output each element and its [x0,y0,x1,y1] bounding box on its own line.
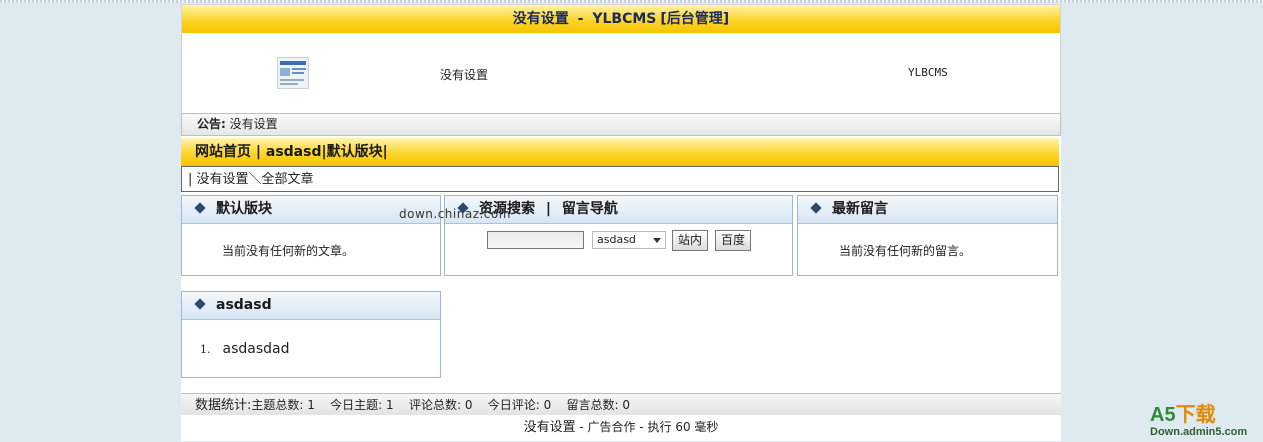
topics-label: 主题总数: [251,398,304,412]
panel-title[interactable]: 默认版块 [216,201,272,217]
notice-bar: 公告: 没有设置 [181,113,1061,136]
badge-download: 下载 [1175,404,1216,426]
stats-bar: 数据统计:主题总数: 1 今日主题: 1 评论总数: 0 今日评论: 0 留言总… [181,393,1061,415]
site-logo[interactable] [277,57,309,89]
search-input[interactable] [487,231,584,249]
today-comments-count: 0 [543,398,552,412]
nav-item-asdasd[interactable]: asdasd [266,144,322,160]
board-select[interactable]: asdasd [592,231,666,249]
today-topics-label: 今日主题: [330,398,383,412]
baidu-search-button[interactable]: 百度 [715,230,751,251]
list-item[interactable]: 1. asdasdad [200,341,290,357]
footer-unit: 毫秒 [690,420,719,434]
a5-download-badge: A5下载 Down.admin5.com [1150,404,1260,440]
board-select-value: asdasd [597,233,636,246]
nav-separator: | [255,144,261,160]
panel-header: asdasd [182,292,440,320]
main-nav: 网站首页 | asdasd|默认版块| [181,138,1059,166]
badge-url: Down.admin5.com [1150,426,1248,438]
nav-item-home[interactable]: 网站首页 [195,144,251,160]
chevron-down-icon [653,238,661,243]
diamond-icon [810,202,822,214]
messages-count: 0 [622,398,631,412]
breadcrumb-text[interactable]: | 没有设置＼全部文章 [188,172,314,187]
badge-a5: A5 [1150,404,1176,426]
breadcrumb: | 没有设置＼全部文章 [181,166,1059,192]
header-site-name: 没有设置 [440,68,489,82]
title-separator: | [545,201,551,217]
panel-latest-messages: 最新留言 当前没有任何新的留言。 [797,195,1058,276]
footer-ms: 60 [675,420,691,434]
diamond-icon [194,298,206,310]
messages-label: 留言总数: [566,398,619,412]
topics-count: 1 [307,398,315,412]
empty-messages-message: 当前没有任何新的留言。 [839,244,972,258]
today-topics-count: 1 [386,398,394,412]
watermark-text: down.chinaz.com [399,207,511,221]
nav-item-default-board[interactable]: 默认版块 [327,144,383,160]
header-site-brand: YLBCMS [908,66,948,79]
title-separator: - [572,11,589,27]
diamond-icon [194,202,206,214]
list-item-number: 1. [200,343,211,356]
today-comments-label: 今日评论: [487,398,540,412]
empty-articles-message: 当前没有任何新的文章。 [222,244,355,258]
page-container: 没有设置 - YLBCMS [后台管理] 没有设置 YLBCMS 公告: 没有设置… [181,4,1061,441]
title-bar: 没有设置 - YLBCMS [后台管理] [181,4,1061,33]
site-title: 没有设置 [512,11,569,27]
footer-ad[interactable]: - 广告合作 - 执行 [576,420,676,434]
footer-site: 没有设置 [523,420,576,435]
stats-label: 数据统计: [195,398,252,413]
comments-count: 0 [464,398,473,412]
notice-text: 没有设置 [229,117,278,131]
site-search-button[interactable]: 站内 [672,230,708,251]
list-item-label[interactable]: asdasdad [223,341,290,357]
title-brand: YLBCMS [592,11,657,27]
message-nav-link[interactable]: 留言导航 [562,201,618,217]
footer: 没有设置 - 广告合作 - 执行 60 毫秒 [181,413,1061,441]
panel-header: 最新留言 [798,196,1057,224]
top-dotted-line [0,0,1263,3]
notice-label: 公告: [197,117,226,131]
site-header: 没有设置 YLBCMS [181,33,1061,113]
comments-label: 评论总数: [408,398,461,412]
panel-title: 最新留言 [832,201,888,217]
title-suffix: [后台管理] [660,11,730,27]
nav-separator: | [382,144,388,160]
panel-title[interactable]: asdasd [216,297,272,313]
panel-asdasd: asdasd 1. asdasdad [181,291,441,378]
